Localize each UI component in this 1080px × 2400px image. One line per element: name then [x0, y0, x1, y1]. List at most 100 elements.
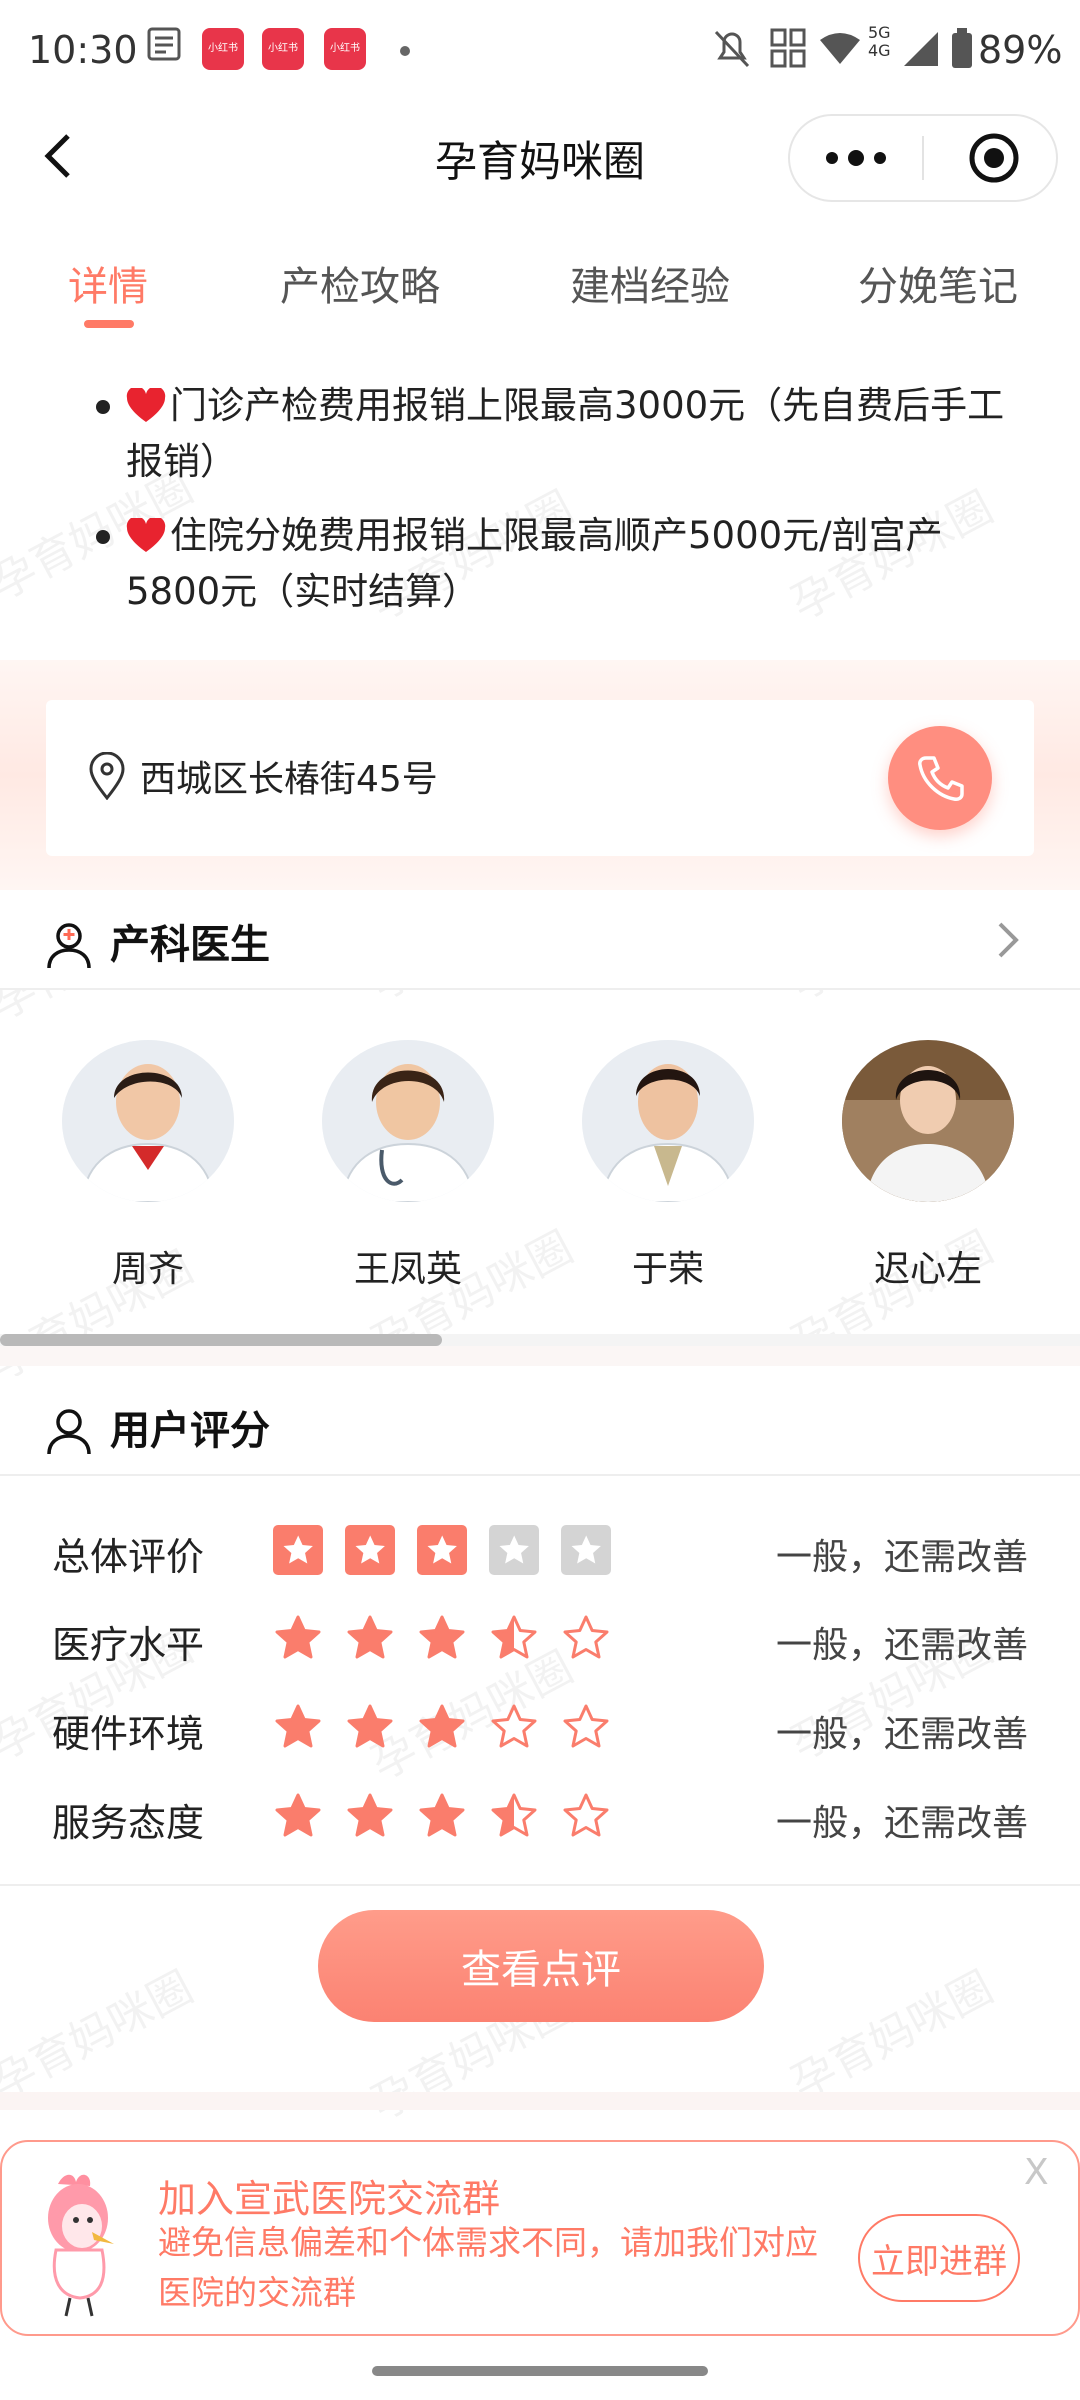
- doctor-card[interactable]: 周齐: [48, 1040, 248, 1292]
- chevron-right-icon: [998, 922, 1019, 958]
- more-notifications-dot-icon: [400, 46, 410, 56]
- address-card: 西城区长椿街45号: [46, 700, 1034, 856]
- doctors-section-header[interactable]: 产科医生: [0, 890, 1080, 990]
- star-filled-icon: [273, 1525, 323, 1575]
- star-filled-icon: [419, 1793, 465, 1837]
- rating-description: 一般，还需改善: [776, 1803, 1029, 1844]
- star-empty-icon: [489, 1525, 539, 1575]
- ratings-section-header: 用户评分: [0, 1376, 1080, 1476]
- tab-registration-experience[interactable]: 建档经验: [570, 254, 730, 312]
- xiaohongshu-icon: 小红书: [324, 28, 366, 70]
- star-empty-icon: [563, 1793, 609, 1837]
- phone-icon: [918, 756, 964, 801]
- target-circle-icon: [969, 133, 1019, 183]
- doctor-card[interactable]: 迟心左: [828, 1040, 1028, 1292]
- close-mini-program-button[interactable]: [968, 132, 1020, 184]
- section-title: 产科医生: [110, 922, 270, 968]
- banner-description: 避免信息偏差和个体需求不同，请加我们对应医院的交流群: [158, 2223, 818, 2312]
- list-item: 住院分娩费用报销上限最高顺产5000元/剖宫产5800元（实时结算）: [96, 508, 1026, 620]
- star-empty-icon: [563, 1615, 609, 1659]
- sim-icon: [768, 26, 808, 74]
- rating-row-overall: 总体评价 一般，还需改善: [0, 1506, 1080, 1596]
- more-dot-icon: [848, 150, 864, 166]
- benefit-text: 住院分娩费用报销上限最高顺产5000元/剖宫产5800元（实时结算）: [126, 514, 943, 613]
- star-filled-icon: [347, 1793, 393, 1837]
- section-divider: [0, 1346, 1080, 1366]
- user-icon: [47, 1409, 91, 1455]
- star-filled-icon: [419, 1615, 465, 1659]
- xiaohongshu-icon: 小红书: [202, 28, 244, 70]
- bullet-icon: [96, 400, 110, 414]
- section-title: 用户评分: [110, 1408, 270, 1454]
- mini-program-capsule: [788, 114, 1058, 202]
- location-pin-icon: [89, 752, 125, 800]
- tab-checkup-guide[interactable]: 产检攻略: [280, 254, 440, 312]
- doctor-list-scrollbar[interactable]: [0, 1334, 1080, 1346]
- star-empty-icon: [561, 1525, 611, 1575]
- doctor-icon: [47, 923, 91, 969]
- star-filled-icon: [347, 1704, 393, 1748]
- doctor-list: 周齐 王凤英 于荣 迟心左: [0, 1000, 1080, 1300]
- avatar: [62, 1040, 234, 1202]
- doctor-name: 迟心左: [873, 1249, 982, 1290]
- star-empty-icon: [563, 1704, 609, 1748]
- join-group-banner[interactable]: 加入宣武医院交流群 避免信息偏差和个体需求不同，请加我们对应医院的交流群 立即进…: [0, 2140, 1080, 2336]
- home-indicator[interactable]: [372, 2366, 708, 2376]
- avatar: [582, 1040, 754, 1202]
- more-options-button[interactable]: [826, 144, 886, 172]
- address-text: 西城区长椿街45号: [140, 759, 438, 800]
- star-filled-icon: [275, 1793, 321, 1837]
- star-empty-icon: [491, 1704, 537, 1748]
- heart-icon: [126, 388, 166, 422]
- tab-bar: 详情 产检攻略 建档经验 分娩笔记: [0, 240, 1080, 330]
- section-divider: [0, 2092, 1080, 2110]
- call-button[interactable]: [888, 726, 992, 830]
- xiaohongshu-icon: 小红书: [262, 28, 304, 70]
- star-filled-icon: [275, 1615, 321, 1659]
- rating-row-service: 服务态度 一般，还需改善: [0, 1772, 1080, 1862]
- star-filled-icon: [347, 1615, 393, 1659]
- rating-description: 一般，还需改善: [776, 1537, 1029, 1578]
- rating-row-medical: 医疗水平 一般，还需改善: [0, 1594, 1080, 1684]
- rating-description: 一般，还需改善: [776, 1625, 1029, 1666]
- rating-row-facilities: 硬件环境 一般，还需改善: [0, 1683, 1080, 1773]
- star-filled-icon: [275, 1704, 321, 1748]
- wifi-icon: [818, 26, 862, 74]
- banner-title: 加入宣武医院交流群: [158, 2177, 501, 2221]
- rating-label: 硬件环境: [52, 1712, 205, 1756]
- star-filled-icon: [417, 1525, 467, 1575]
- more-dot-icon: [874, 152, 886, 164]
- view-reviews-button[interactable]: 查看点评: [318, 1910, 764, 2022]
- join-group-button[interactable]: 立即进群: [858, 2214, 1020, 2302]
- doctor-name: 王凤英: [353, 1249, 462, 1290]
- bullet-icon: [96, 530, 110, 544]
- benefit-text: 门诊产检费用报销上限最高3000元（先自费后手工报销）: [126, 384, 1005, 483]
- avatar: [322, 1040, 494, 1202]
- heart-icon: [126, 518, 166, 552]
- divider: [0, 1884, 1080, 1886]
- nav-bar: 孕育妈咪圈: [0, 100, 1080, 212]
- doctor-card[interactable]: 于荣: [568, 1040, 768, 1292]
- doctor-card[interactable]: 王凤英: [308, 1040, 508, 1292]
- doctor-name: 周齐: [111, 1249, 184, 1290]
- rating-description: 一般，还需改善: [776, 1714, 1029, 1755]
- status-time: 10:30: [28, 28, 138, 72]
- battery-icon: [950, 26, 974, 74]
- doctor-name: 于荣: [631, 1249, 704, 1290]
- rating-label: 医疗水平: [52, 1623, 205, 1667]
- star-half-icon: [491, 1793, 537, 1837]
- more-dot-icon: [826, 152, 838, 164]
- tab-details[interactable]: 详情: [68, 254, 148, 312]
- message-icon: [146, 26, 182, 70]
- star-filled-icon: [419, 1704, 465, 1748]
- benefit-list: 门诊产检费用报销上限最高3000元（先自费后手工报销） 住院分娩费用报销上限最高…: [96, 378, 1026, 638]
- watermark-text: 孕育妈咪圈: [783, 1961, 1002, 2111]
- battery-percent: 89%: [978, 28, 1063, 72]
- rating-label: 总体评价: [52, 1535, 205, 1579]
- avatar: [842, 1040, 1014, 1202]
- capsule-divider: [922, 136, 924, 180]
- tab-delivery-notes[interactable]: 分娩笔记: [858, 254, 1018, 312]
- active-tab-indicator: [84, 320, 134, 328]
- close-banner-button[interactable]: X: [1024, 2152, 1049, 2193]
- scrollbar-thumb[interactable]: [0, 1334, 442, 1346]
